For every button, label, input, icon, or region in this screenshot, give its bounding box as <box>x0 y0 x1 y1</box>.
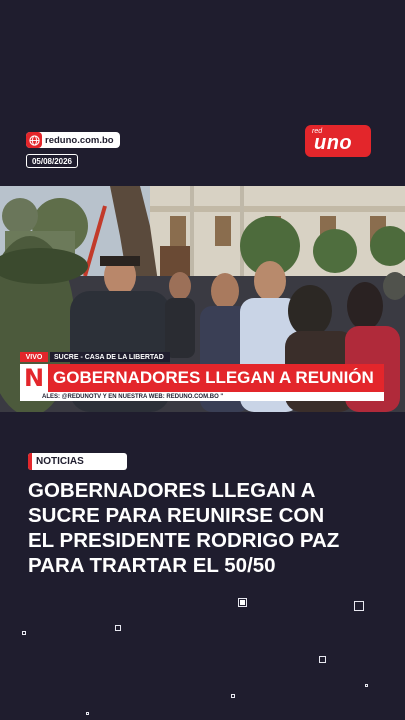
decorative-square <box>238 598 247 607</box>
title-line: EL PRESIDENTE RODRIGO PAZ <box>28 529 340 552</box>
article-title: GOBERNADORES LLEGAN A SUCRE PARA REUNIRS… <box>28 478 388 578</box>
section-tag[interactable]: NOTICIAS <box>28 453 127 470</box>
globe-icon <box>26 132 42 148</box>
news-ticker: ALES: @REDUNOTV Y EN NUESTRA WEB: REDUNO… <box>20 392 384 401</box>
location-label: SUCRE - CASA DE LA LIBERTAD <box>50 352 170 362</box>
decorative-square <box>86 712 89 715</box>
decorative-square <box>354 601 364 611</box>
section-label: NOTICIAS <box>36 456 84 467</box>
title-line: GOBERNADORES LLEGAN A <box>28 479 316 502</box>
decorative-square <box>22 631 26 635</box>
decorative-square <box>231 694 235 698</box>
broadcast-headline: GOBERNADORES LLEGAN A REUNIÓN <box>48 364 384 392</box>
logo-uno-text: uno <box>314 132 353 154</box>
website-badge[interactable]: reduno.com.bo <box>26 132 120 148</box>
title-line: PARA TRARTAR EL 50/50 <box>28 554 276 577</box>
website-url: reduno.com.bo <box>45 134 114 146</box>
red-uno-logo: red uno <box>305 125 371 157</box>
decorative-square <box>319 656 326 663</box>
live-tag: VIVO <box>20 352 48 362</box>
decorative-square <box>365 684 368 687</box>
channel-letter: N <box>23 364 45 392</box>
decorative-square <box>115 625 121 631</box>
title-line: SUCRE PARA REUNIRSE CON <box>28 504 325 527</box>
channel-logo: N <box>20 364 48 392</box>
publish-date: 05/08/2026 <box>26 154 78 168</box>
